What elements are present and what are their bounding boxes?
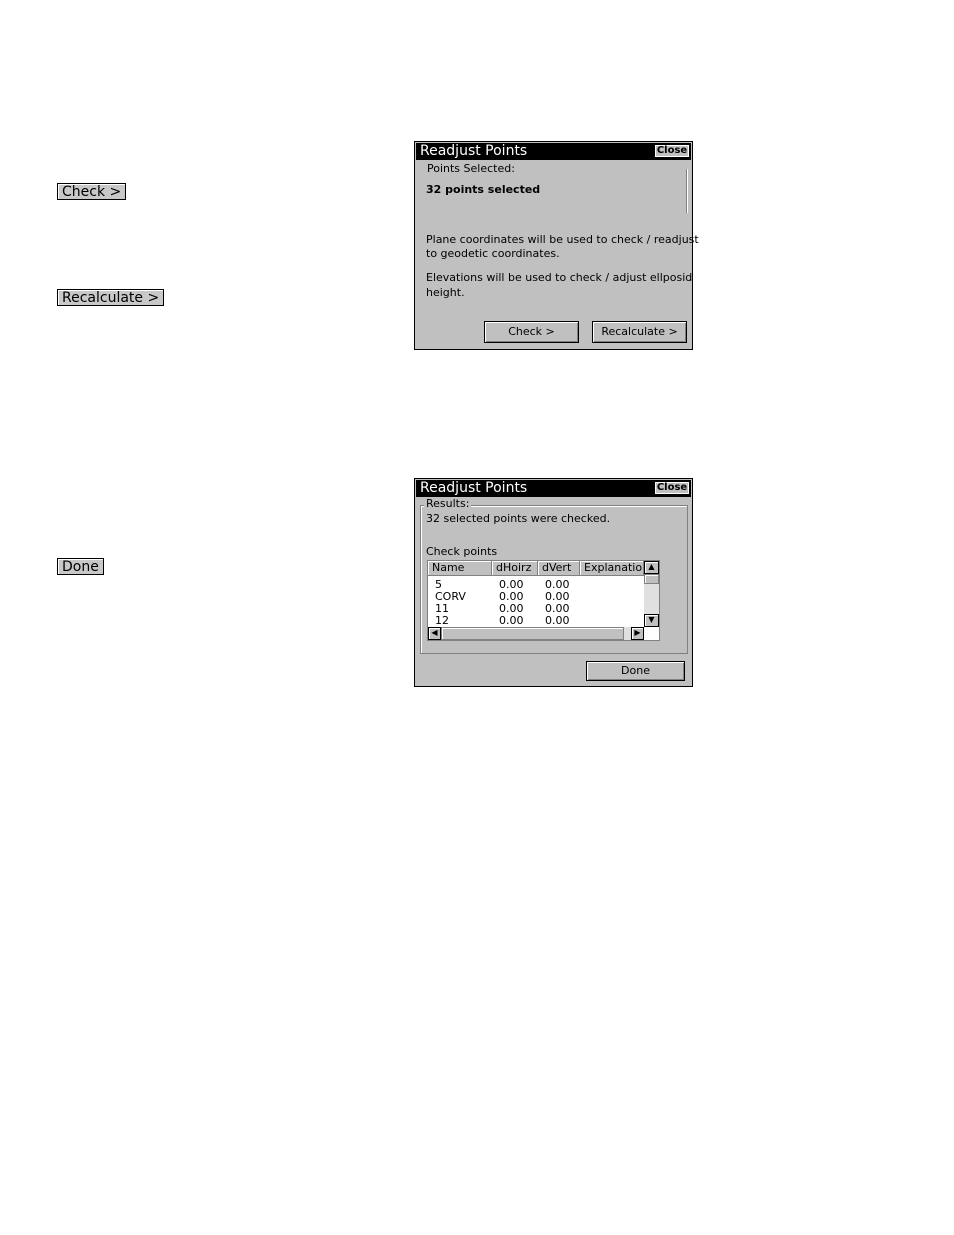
readjust-points-dialog-selection: Readjust Points Close Points Selected: 3…: [414, 141, 699, 350]
horizontal-scroll-thumb[interactable]: [441, 627, 624, 640]
column-header-dvert[interactable]: dVert: [538, 561, 580, 576]
scroll-left-icon[interactable]: ◀: [428, 627, 441, 640]
plane-coordinates-text-line1: Plane coordinates will be used to check …: [426, 233, 699, 246]
close-button[interactable]: Close: [655, 482, 689, 494]
cell-dhoirz: 0.00: [499, 614, 524, 627]
check-button-reference[interactable]: Check >: [57, 183, 127, 200]
check-button[interactable]: Check >: [484, 321, 579, 343]
points-selected-value: 32 points selected: [426, 183, 541, 196]
plane-coordinates-text-line2: to geodetic coordinates.: [426, 247, 560, 260]
elevations-text-line1: Elevations will be used to check / adjus…: [426, 271, 693, 284]
recalculate-button[interactable]: Recalculate >: [592, 321, 687, 343]
scroll-down-icon[interactable]: ▼: [644, 614, 659, 627]
title-bar: Readjust Points Close: [416, 143, 691, 160]
dialog-title: Readjust Points: [420, 480, 528, 496]
results-text: 32 selected points were checked.: [426, 512, 611, 525]
title-bar: Readjust Points Close: [416, 480, 691, 497]
column-header-name[interactable]: Name: [428, 561, 492, 576]
dialog-title: Readjust Points: [420, 143, 528, 159]
column-header-dhoirz[interactable]: dHoirz: [492, 561, 538, 576]
readjust-points-dialog-results: Readjust Points Close Results: 32 select…: [414, 478, 693, 687]
vertical-scroll-thumb[interactable]: [644, 574, 659, 584]
scroll-up-icon[interactable]: ▲: [644, 561, 659, 574]
points-selected-label: Points Selected:: [427, 162, 515, 175]
done-button-reference[interactable]: Done: [57, 558, 104, 575]
close-button[interactable]: Close: [655, 145, 689, 157]
cell-name: 12: [435, 614, 449, 627]
done-button[interactable]: Done: [586, 661, 685, 681]
elevations-text-line2: height.: [426, 286, 465, 299]
scrollbar-divider: [686, 169, 687, 213]
column-header-explanation[interactable]: Explanation: [580, 561, 644, 576]
recalculate-button-reference[interactable]: Recalculate >: [57, 289, 165, 306]
results-label: Results:: [424, 497, 472, 510]
check-points-grid[interactable]: Name dHoirz dVert Explanation 5 0.00 0.0…: [427, 560, 660, 641]
check-points-label: Check points: [426, 545, 498, 558]
scroll-right-icon[interactable]: ▶: [631, 627, 644, 640]
cell-dvert: 0.00: [545, 614, 570, 627]
